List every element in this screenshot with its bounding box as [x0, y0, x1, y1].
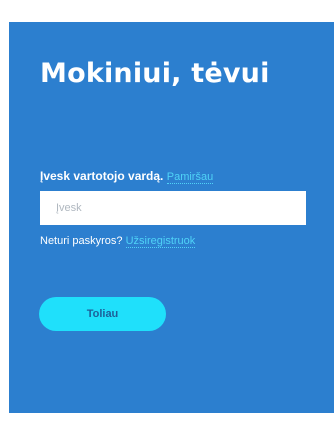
- username-label: Įvesk vartotojo vardą.: [40, 169, 164, 183]
- continue-button[interactable]: Toliau: [39, 297, 166, 331]
- login-panel: Mokiniui, tėvui Įvesk vartotojo vardą. P…: [9, 22, 334, 413]
- page-title: Mokiniui, tėvui: [40, 58, 270, 89]
- forgot-password-link[interactable]: Pamiršau: [166, 171, 214, 184]
- register-link[interactable]: Užsiregistruok: [125, 235, 196, 248]
- username-prompt: Įvesk vartotojo vardą. Pamiršau: [40, 169, 214, 184]
- username-input[interactable]: [40, 191, 306, 225]
- no-account-text: Neturi paskyros?: [40, 235, 123, 247]
- register-prompt: Neturi paskyros? Užsiregistruok: [40, 235, 196, 248]
